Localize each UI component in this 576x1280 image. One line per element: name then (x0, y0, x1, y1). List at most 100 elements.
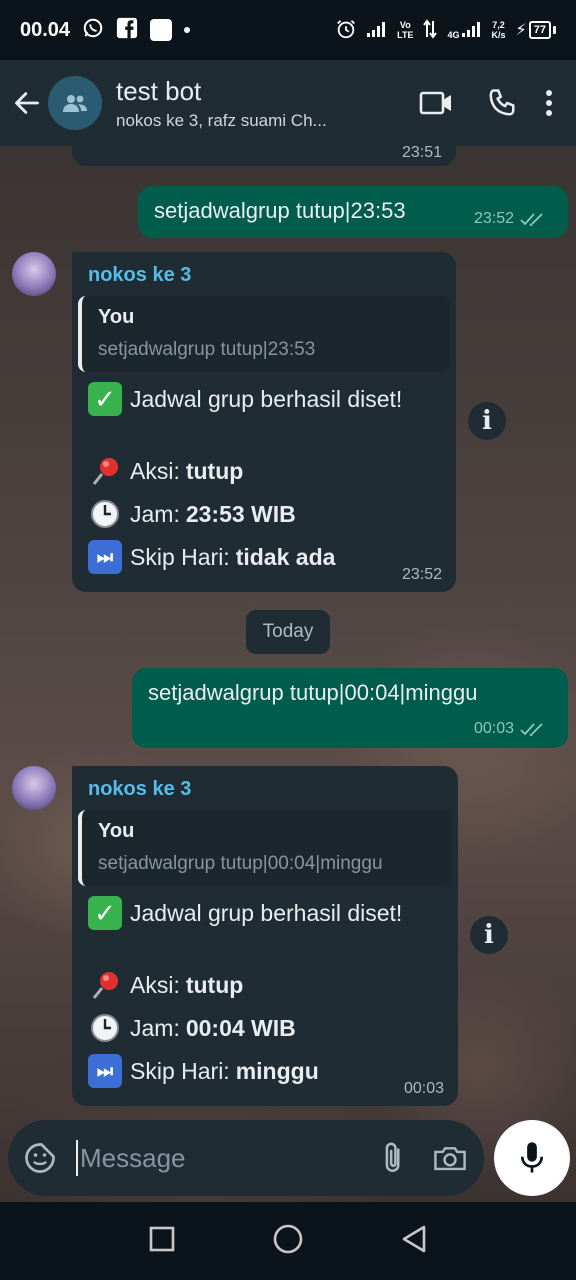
charging-icon: ⚡ (515, 22, 527, 39)
message-text: setjadwalgrup tutup|00:04|minggu (148, 680, 478, 705)
volte-indicator: Vo LTE (397, 20, 414, 40)
sender-name: nokos ke 3 (88, 778, 192, 800)
facebook-notification-icon (116, 17, 138, 44)
back-nav-button[interactable] (400, 1224, 428, 1259)
recent-apps-button[interactable] (148, 1225, 176, 1258)
result-text: Jadwal grup berhasil diset! (130, 385, 403, 412)
group-avatar[interactable] (48, 76, 102, 130)
chat-header: test bot nokos ke 3, rafz suami Ch... (0, 60, 576, 146)
status-bar: 00.04 Vo LTE 4G 7,2 K/s ⚡ 77 (0, 0, 576, 60)
triangle-back-icon (402, 1225, 426, 1252)
home-button[interactable] (272, 1223, 304, 1260)
sticker-icon (25, 1143, 55, 1173)
jam-label: Jam: (130, 500, 180, 527)
quoted-message[interactable]: You setjadwalgrup tutup|23:53 (78, 296, 450, 372)
network-speed: 7,2 K/s (491, 20, 506, 40)
message-input[interactable]: Message (80, 1143, 358, 1174)
clock-emoji-icon (88, 1011, 122, 1045)
whatsapp-notification-icon (82, 17, 104, 44)
double-check-icon (520, 723, 543, 736)
chat-title-area[interactable]: test bot nokos ke 3, rafz suami Ch... (116, 76, 394, 131)
arrow-left-icon (15, 92, 39, 114)
quote-text: setjadwalgrup tutup|23:53 (98, 339, 316, 360)
message-time: 00:03 (473, 720, 514, 737)
info-button[interactable]: i (468, 402, 506, 440)
more-options-button[interactable] (534, 79, 564, 127)
app-notification-icon (150, 19, 173, 41)
jam-value: 00:04 WIB (185, 1014, 296, 1041)
result-text: Jadwal grup berhasil diset! (130, 899, 403, 926)
text-cursor (76, 1140, 78, 1176)
quote-text: setjadwalgrup tutup|00:04|minggu (98, 853, 383, 874)
pushpin-emoji-icon (88, 968, 122, 1002)
more-vertical-icon (546, 90, 552, 116)
paperclip-icon (385, 1142, 400, 1172)
microphone-icon (520, 1142, 544, 1173)
info-button[interactable]: i (470, 916, 508, 954)
outgoing-message[interactable]: setjadwalgrup tutup|23:53 23:52 (138, 186, 568, 238)
signal-bars-icon (367, 21, 387, 40)
date-separator: Today (246, 610, 330, 654)
message-bubble-partial[interactable]: 23:51 (72, 146, 456, 166)
attach-button[interactable] (374, 1138, 414, 1178)
skip-label: Skip Hari: (130, 543, 230, 570)
message-time: 23:52 (473, 210, 514, 227)
aksi-label: Aksi: (130, 457, 180, 484)
pushpin-emoji-icon (88, 454, 122, 488)
video-call-button[interactable] (412, 79, 460, 127)
voice-record-button[interactable] (494, 1120, 570, 1196)
incoming-message[interactable]: nokos ke 3 You setjadwalgrup tutup|00:04… (72, 766, 458, 1106)
camera-icon (434, 1147, 466, 1171)
quoted-message[interactable]: You setjadwalgrup tutup|00:04|minggu (78, 810, 452, 886)
info-icon: i (482, 406, 492, 436)
message-text: setjadwalgrup tutup|23:53 (154, 198, 406, 223)
alarm-icon (335, 18, 357, 43)
sender-name: nokos ke 3 (88, 264, 192, 286)
system-navigation-bar (0, 1202, 576, 1280)
fast-forward-emoji-icon: ⏭ (88, 1054, 122, 1088)
jam-value: 23:53 WIB (185, 500, 296, 527)
skip-value: minggu (235, 1057, 319, 1084)
data-transfer-icon (423, 18, 438, 42)
video-camera-icon (419, 91, 451, 115)
phone-icon (489, 89, 515, 116)
quote-author: You (98, 820, 135, 842)
signal-bars-2-icon (461, 21, 482, 40)
skip-label: Skip Hari: (130, 1057, 230, 1084)
check-mark-emoji-icon: ✓ (88, 896, 122, 930)
battery-indicator: ⚡ 77 (516, 20, 556, 40)
message-time: 23:51 (401, 146, 442, 161)
aksi-value: tutup (185, 457, 244, 484)
message-time: 00:03 (403, 1080, 444, 1097)
check-mark-emoji-icon: ✓ (88, 382, 122, 416)
camera-button[interactable] (430, 1138, 470, 1178)
info-icon: i (484, 920, 494, 950)
chat-participants: nokos ke 3, rafz suami Ch... (116, 110, 327, 130)
back-button[interactable] (12, 88, 42, 118)
circle-icon (273, 1224, 303, 1253)
group-icon (63, 95, 87, 112)
aksi-value: tutup (185, 971, 244, 998)
jam-label: Jam: (130, 1014, 180, 1041)
sender-avatar[interactable] (12, 252, 56, 296)
skip-value: tidak ada (235, 543, 336, 570)
aksi-label: Aksi: (130, 971, 180, 998)
message-input-container: Message (8, 1120, 484, 1196)
square-icon (149, 1226, 175, 1251)
more-notifications-dot (184, 27, 191, 33)
quote-author: You (98, 306, 135, 328)
double-check-icon (520, 213, 543, 226)
outgoing-message[interactable]: setjadwalgrup tutup|00:04|minggu 00:03 (132, 668, 568, 748)
chat-area[interactable]: 23:51 setjadwalgrup tutup|23:53 23:52 no… (0, 146, 576, 1202)
clock-emoji-icon (88, 497, 122, 531)
chat-title: test bot (116, 75, 202, 106)
incoming-message[interactable]: nokos ke 3 You setjadwalgrup tutup|23:53… (72, 252, 456, 592)
message-time: 23:52 (401, 566, 442, 583)
sender-avatar[interactable] (12, 766, 56, 810)
emoji-sticker-button[interactable] (22, 1140, 58, 1176)
voice-call-button[interactable] (478, 79, 526, 127)
network-type: 4G (447, 29, 460, 40)
fast-forward-emoji-icon: ⏭ (88, 540, 122, 574)
message-composer: Message (0, 1116, 576, 1202)
battery-level: 77 (528, 21, 551, 39)
